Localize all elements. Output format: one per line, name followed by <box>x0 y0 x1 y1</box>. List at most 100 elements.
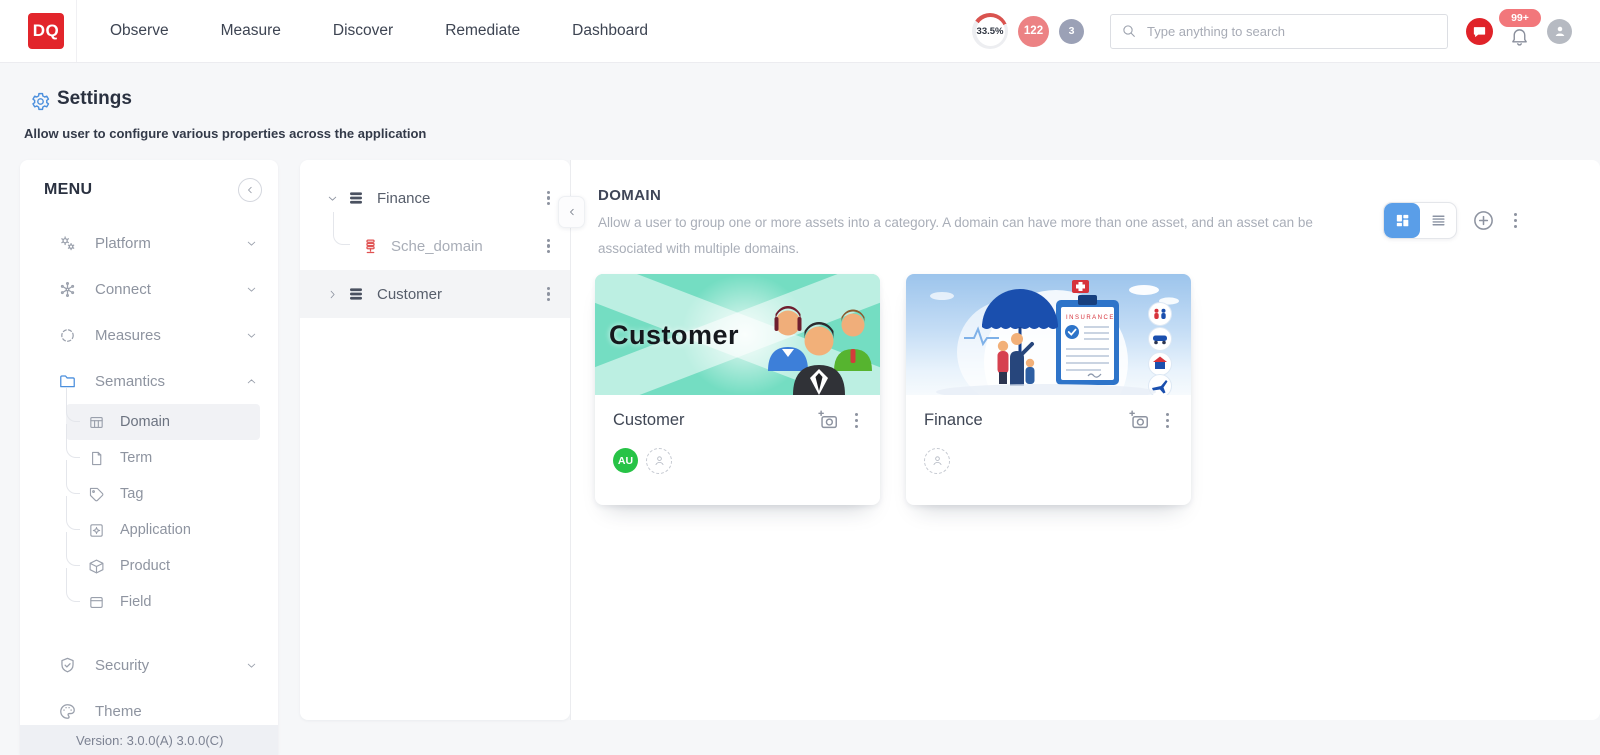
sidebar-item-product[interactable]: Product <box>66 548 260 584</box>
card-title: Customer <box>613 411 685 430</box>
sidebar-item-term[interactable]: Term <box>66 440 260 476</box>
add-domain-button[interactable] <box>1472 209 1495 232</box>
tree-node-label: Sche_domain <box>391 238 483 255</box>
person-icon <box>1552 23 1568 39</box>
nav-item-discover[interactable]: Discover <box>333 22 393 40</box>
chevron-right-icon[interactable] <box>326 288 339 301</box>
sidebar-item-label: Connect <box>95 281 151 298</box>
finance-banner-image: INSURANCE <box>906 274 1191 395</box>
sidebar-item-platform[interactable]: Platform <box>20 220 278 266</box>
alerts-count-badge[interactable]: 122 <box>1018 16 1049 47</box>
settings-sidebar: MENU Platform Connect <box>20 160 278 755</box>
section-description: Allow a user to group one or more assets… <box>598 210 1333 263</box>
chevron-down-icon <box>245 283 258 296</box>
tree-node-customer[interactable]: Customer <box>300 270 570 318</box>
sidebar-item-label: Product <box>120 558 170 574</box>
sidebar-item-field[interactable]: Field <box>66 584 260 620</box>
chevron-down-icon <box>245 237 258 250</box>
sidebar-item-label: Application <box>120 522 191 538</box>
notifications-button[interactable]: 99+ <box>1503 11 1537 51</box>
customer-banner-image: Customer <box>595 274 880 395</box>
global-search[interactable] <box>1110 14 1448 49</box>
domain-cards: Customer <box>595 274 1191 505</box>
person-icon <box>653 454 666 467</box>
nav-divider <box>76 0 77 62</box>
sidebar-item-label: Tag <box>120 486 143 502</box>
card-menu-button[interactable] <box>851 409 862 432</box>
sidebar-item-measures[interactable]: Measures <box>20 312 278 358</box>
sidebar-item-connect[interactable]: Connect <box>20 266 278 312</box>
tree-node-menu-button[interactable] <box>543 283 554 306</box>
sidebar-item-label: Theme <box>95 703 142 720</box>
sidebar-item-label: Term <box>120 450 152 466</box>
nav-item-observe[interactable]: Observe <box>110 22 169 40</box>
domain-card-finance[interactable]: INSURANCE <box>906 274 1191 505</box>
bell-icon <box>1509 25 1530 47</box>
add-user-button[interactable] <box>646 448 672 474</box>
sidebar-item-label: Security <box>95 657 149 674</box>
tree-collapse-handle[interactable] <box>558 196 585 228</box>
list-view-button[interactable] <box>1420 203 1456 238</box>
tree-node-menu-button[interactable] <box>543 235 554 258</box>
search-input[interactable] <box>1145 23 1437 40</box>
sidebar-item-label: Domain <box>120 414 170 430</box>
section-title: DOMAIN <box>598 187 661 204</box>
quality-gauge-value: 33.5% <box>976 17 1005 46</box>
tree-node-label: Customer <box>377 286 442 303</box>
people-illustration <box>760 289 878 395</box>
domain-icon <box>88 414 106 431</box>
nav-item-measure[interactable]: Measure <box>221 22 281 40</box>
svg-text:INSURANCE: INSURANCE <box>1066 315 1115 321</box>
tree-node-sche-domain[interactable]: Sche_domain <box>300 222 570 270</box>
sidebar-item-application[interactable]: Application <box>66 512 260 548</box>
chevron-up-icon <box>245 375 258 388</box>
toolbar-menu-button[interactable] <box>1510 209 1521 232</box>
card-menu-button[interactable] <box>1162 409 1173 432</box>
domain-tree-panel: Finance Sche_domain Customer <box>300 160 570 720</box>
connect-icon <box>58 280 78 299</box>
chevron-down-icon <box>245 329 258 342</box>
person-icon <box>931 454 944 467</box>
chevron-left-icon <box>566 206 578 218</box>
change-image-icon[interactable] <box>1128 409 1150 431</box>
palette-icon <box>58 702 78 721</box>
tag-icon <box>88 486 106 503</box>
settings-gear-icon <box>30 91 51 112</box>
chevron-down-icon <box>245 659 258 672</box>
sidebar-item-security[interactable]: Security <box>20 642 278 688</box>
info-count-badge[interactable]: 3 <box>1059 19 1084 44</box>
change-image-icon[interactable] <box>817 409 839 431</box>
sidebar-item-domain[interactable]: Domain <box>66 404 260 440</box>
stack-icon <box>347 189 365 207</box>
application-icon <box>88 522 106 539</box>
insurance-illustration: INSURANCE <box>906 274 1191 395</box>
platform-icon <box>58 234 78 253</box>
nav-item-remediate[interactable]: Remediate <box>445 22 520 40</box>
page-subtitle: Allow user to configure various properti… <box>24 126 426 141</box>
list-icon <box>1430 212 1447 229</box>
schema-icon <box>362 238 379 255</box>
cube-icon <box>88 558 106 575</box>
app-logo[interactable]: DQ <box>28 13 64 49</box>
tree-node-menu-button[interactable] <box>543 187 554 210</box>
support-chat-icon[interactable] <box>1466 18 1493 45</box>
quality-gauge[interactable]: 33.5% <box>972 13 1008 49</box>
sidebar-item-label: Field <box>120 594 151 610</box>
sidebar-collapse-button[interactable] <box>238 178 262 202</box>
sidebar-item-semantics[interactable]: Semantics <box>20 358 278 404</box>
view-toggle <box>1383 202 1457 239</box>
sidebar-item-label: Measures <box>95 327 161 344</box>
grid-view-button[interactable] <box>1384 203 1420 238</box>
sidebar-item-tag[interactable]: Tag <box>66 476 260 512</box>
chevron-left-icon <box>244 184 256 196</box>
add-user-button[interactable] <box>924 448 950 474</box>
owner-avatar[interactable]: AU <box>613 448 638 473</box>
panel-divider <box>570 160 571 720</box>
domain-toolbar <box>1383 202 1521 239</box>
domain-card-customer[interactable]: Customer <box>595 274 880 505</box>
nav-item-dashboard[interactable]: Dashboard <box>572 22 648 40</box>
chevron-down-icon[interactable] <box>326 192 339 205</box>
user-avatar[interactable] <box>1547 19 1572 44</box>
plus-circle-icon <box>1472 209 1495 232</box>
shield-icon <box>58 656 78 675</box>
